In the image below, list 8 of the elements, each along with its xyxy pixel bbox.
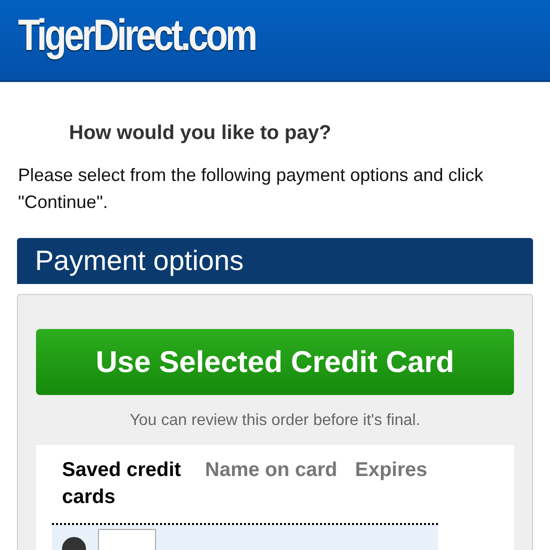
section-header: Payment options <box>17 238 533 284</box>
instructions-text: Please select from the following payment options and click "Continue". <box>18 164 484 214</box>
review-note: You can review this order before it's final. <box>128 411 422 431</box>
column-header[interactable]: Saved credit cards <box>62 457 205 511</box>
page-heading: How would you like to pay? <box>69 121 332 146</box>
column-header[interactable]: Expires <box>355 457 438 511</box>
column-header[interactable]: Name on card <box>205 457 355 511</box>
use-card-button[interactable]: Use Selected Credit Card <box>36 329 514 395</box>
